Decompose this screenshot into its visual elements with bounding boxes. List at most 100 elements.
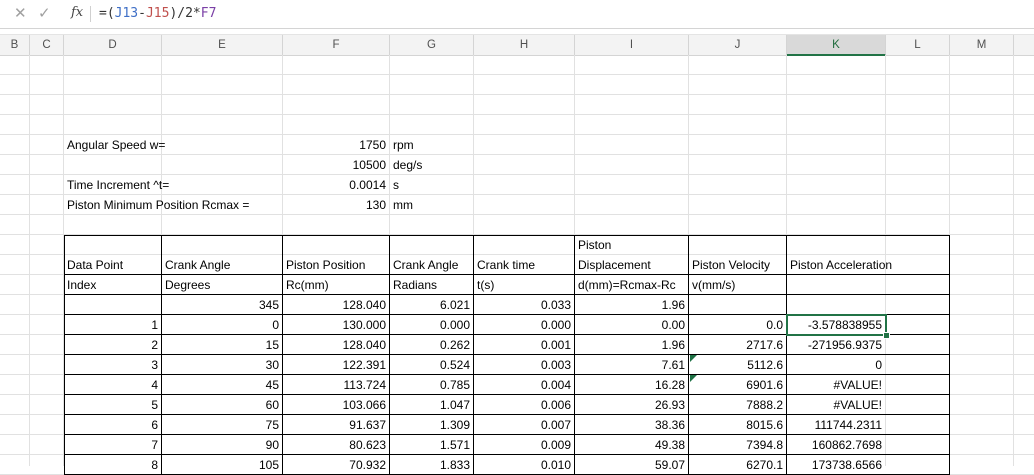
column-header-g[interactable]: G [390, 35, 474, 55]
table-cell[interactable]: 6 [64, 415, 158, 435]
table-cell[interactable]: 5 [64, 395, 158, 415]
column-header-h[interactable]: H [474, 35, 575, 55]
table-cell[interactable]: 2717.6 [689, 335, 783, 355]
table-cell[interactable]: 0 [787, 355, 882, 375]
table-cell[interactable]: 1.309 [390, 415, 470, 435]
table-cell[interactable]: 6270.1 [689, 455, 783, 475]
param-unit: mm [393, 198, 413, 212]
table-cell[interactable]: 15 [162, 335, 279, 355]
table-cell[interactable]: 70.932 [283, 455, 386, 475]
table-cell[interactable]: #VALUE! [787, 395, 882, 415]
table-cell[interactable]: 38.36 [575, 415, 685, 435]
table-cell[interactable]: 8015.6 [689, 415, 783, 435]
param-value[interactable]: 130 [283, 195, 386, 215]
table-border [473, 235, 474, 475]
table-cell[interactable]: 0.262 [390, 335, 470, 355]
column-header-j[interactable]: J [689, 35, 787, 55]
table-cell[interactable]: 7394.8 [689, 435, 783, 455]
fill-handle[interactable] [883, 332, 890, 339]
column-headers: BCDEFGHIJKLM [0, 34, 1034, 56]
param-value[interactable]: 1750 [283, 135, 386, 155]
table-cell[interactable]: 8 [64, 455, 158, 475]
table-cell[interactable]: 7 [64, 435, 158, 455]
table-cell[interactable]: 1.96 [575, 335, 685, 355]
table-cell[interactable]: 0.524 [390, 355, 470, 375]
table-cell[interactable]: 103.066 [283, 395, 386, 415]
table-cell[interactable]: 1.96 [575, 295, 685, 315]
table-cell[interactable]: 1.571 [390, 435, 470, 455]
formula-separator [90, 6, 91, 22]
table-cell[interactable]: 130.000 [283, 315, 386, 335]
table-cell[interactable]: 45 [162, 375, 279, 395]
enter-icon[interactable]: ✓ [38, 4, 51, 22]
table-cell[interactable]: 91.637 [283, 415, 386, 435]
table-cell[interactable]: 111744.2311 [787, 415, 882, 435]
table-border [282, 235, 283, 475]
table-cell[interactable]: 345 [162, 295, 279, 315]
param-value[interactable]: 0.0014 [283, 175, 386, 195]
error-indicator-icon[interactable] [690, 375, 697, 382]
table-cell[interactable]: -271956.9375 [787, 335, 882, 355]
column-header-l[interactable]: L [886, 35, 950, 55]
table-cell[interactable]: 0.009 [474, 435, 571, 455]
column-header-e[interactable]: E [162, 35, 283, 55]
table-cell[interactable]: 0.033 [474, 295, 571, 315]
table-cell[interactable]: 0.004 [474, 375, 571, 395]
column-header-f[interactable]: F [283, 35, 390, 55]
table-cell[interactable]: 0 [162, 315, 279, 335]
table-cell[interactable]: 75 [162, 415, 279, 435]
table-cell[interactable]: 0.0 [689, 315, 783, 335]
table-cell[interactable]: 7.61 [575, 355, 685, 375]
table-cell[interactable]: 2 [64, 335, 158, 355]
table-cell[interactable]: 5112.6 [689, 355, 783, 375]
table-cell[interactable]: 7888.2 [689, 395, 783, 415]
table-cell[interactable]: 6901.6 [689, 375, 783, 395]
table-cell[interactable]: 160862.7698 [787, 435, 882, 455]
table-cell[interactable]: 60 [162, 395, 279, 415]
column-header-i[interactable]: I [575, 35, 689, 55]
table-cell[interactable]: 1.833 [390, 455, 470, 475]
column-header-k[interactable]: K [787, 35, 886, 56]
table-cell[interactable]: 0.000 [474, 315, 571, 335]
table-cell[interactable]: 49.38 [575, 435, 685, 455]
table-cell[interactable]: 4 [64, 375, 158, 395]
column-header-b[interactable]: B [0, 35, 30, 55]
table-cell[interactable]: 0.007 [474, 415, 571, 435]
table-cell[interactable]: 6.021 [390, 295, 470, 315]
table-cell[interactable]: 0.003 [474, 355, 571, 375]
table-cell[interactable]: 59.07 [575, 455, 685, 475]
selected-cell[interactable] [786, 314, 887, 336]
table-border [64, 394, 949, 395]
table-cell[interactable]: 26.93 [575, 395, 685, 415]
table-cell[interactable]: 90 [162, 435, 279, 455]
table-cell[interactable]: 0.000 [390, 315, 470, 335]
table-cell[interactable]: 128.040 [283, 335, 386, 355]
table-cell[interactable]: 128.040 [283, 295, 386, 315]
function-icon[interactable]: fx [71, 5, 83, 20]
table-cell[interactable]: 3 [64, 355, 158, 375]
table-cell[interactable]: 0.00 [575, 315, 685, 335]
column-header-c[interactable]: C [30, 35, 64, 55]
table-cell[interactable]: 122.391 [283, 355, 386, 375]
table-cell[interactable]: #VALUE! [787, 375, 882, 395]
table-cell[interactable]: 0.006 [474, 395, 571, 415]
table-cell[interactable]: 0.001 [474, 335, 571, 355]
table-cell[interactable]: 80.623 [283, 435, 386, 455]
column-header-d[interactable]: D [64, 35, 162, 55]
table-cell[interactable]: 1 [64, 315, 158, 335]
table-cell[interactable]: 173738.6566 [787, 455, 882, 475]
worksheet-grid[interactable]: Angular Speed w= 1750 rpm 10500 deg/s Time In… [0, 55, 1034, 475]
table-cell[interactable]: 0.010 [474, 455, 571, 475]
param-value[interactable]: 10500 [283, 155, 386, 175]
cancel-icon[interactable]: ✕ [14, 4, 27, 22]
table-border [64, 374, 949, 375]
table-cell[interactable]: 105 [162, 455, 279, 475]
table-cell[interactable]: 113.724 [283, 375, 387, 395]
table-cell[interactable]: 16.28 [575, 375, 685, 395]
table-cell[interactable]: 30 [162, 355, 279, 375]
column-header-m[interactable]: M [950, 35, 1014, 55]
error-indicator-icon[interactable] [690, 355, 697, 362]
table-cell[interactable]: 0.785 [390, 375, 470, 395]
table-cell[interactable]: 1.047 [390, 395, 470, 415]
formula-input[interactable]: =(J13-J15)/2*F7 [99, 6, 216, 21]
